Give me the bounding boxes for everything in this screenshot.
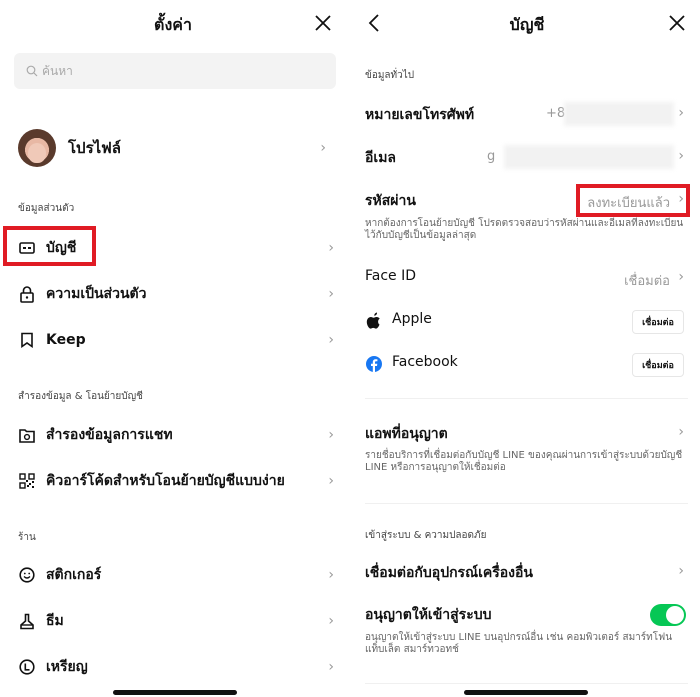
coin-icon: [18, 658, 36, 676]
bookmark-icon: [18, 331, 36, 349]
chevron-right-icon: ›: [328, 567, 334, 583]
search-icon: [26, 65, 38, 77]
divider: [365, 683, 688, 684]
menu-item-label: ความเป็นส่วนตัว: [46, 286, 147, 302]
chevron-right-icon: ›: [678, 148, 684, 164]
menu-item-stickers[interactable]: สติกเกอร์ ›: [0, 555, 346, 595]
redacted-email: [504, 145, 674, 169]
menu-item-label: สำรองข้อมูลการแชท: [46, 427, 173, 443]
phone-number-row[interactable]: หมายเลขโทรศัพท์ +8 ›: [354, 100, 700, 130]
backup-folder-icon: [18, 426, 36, 444]
menu-item-keep[interactable]: Keep ›: [0, 320, 346, 360]
search-input[interactable]: [42, 64, 302, 78]
page-title: ตั้งค่า: [154, 15, 192, 34]
divider: [365, 503, 688, 504]
chevron-right-icon: ›: [328, 286, 334, 302]
account-header: บัญชี: [354, 0, 700, 48]
chevron-right-icon: ›: [328, 240, 334, 256]
chevron-right-icon: ›: [678, 269, 684, 285]
highlight-box-password-status: [576, 184, 690, 217]
email-value: g: [487, 149, 496, 164]
facebook-row: Facebook เชื่อมต่อ: [354, 350, 700, 380]
menu-item-label: เหรียญ: [46, 659, 88, 675]
section-label-personal: ข้อมูลส่วนตัว: [18, 203, 75, 214]
phone-number-label: หมายเลขโทรศัพท์: [365, 107, 475, 123]
page-title: บัญชี: [509, 15, 545, 34]
divider: [365, 398, 688, 399]
menu-item-privacy[interactable]: ความเป็นส่วนตัว ›: [0, 274, 346, 314]
menu-item-label: Keep: [46, 332, 86, 348]
authorized-apps-description: รายชื่อบริการที่เชื่อมต่อกับบัญชี LINE ข…: [365, 450, 683, 473]
facebook-connect-button[interactable]: เชื่อมต่อ: [632, 353, 684, 377]
menu-item-label: ธีม: [46, 613, 64, 629]
section-label-general: ข้อมูลทั่วไป: [365, 70, 415, 81]
settings-panel: ตั้งค่า โปรไฟล์ › ข้อมูลส่วนตัว บัญชี › …: [0, 0, 346, 697]
theme-brush-icon: [18, 612, 36, 630]
section-label-backup: สำรองข้อมูล & โอนย้ายบัญชี: [18, 391, 143, 402]
menu-item-label: สติกเกอร์: [46, 567, 102, 583]
authorized-apps-row[interactable]: แอพที่อนุญาต ›: [354, 420, 700, 448]
redacted-phone: [564, 102, 674, 126]
chevron-right-icon: ›: [328, 613, 334, 629]
search-bar[interactable]: [14, 53, 336, 89]
face-id-row[interactable]: Face ID เชื่อมต่อ ›: [354, 264, 700, 294]
home-indicator: [113, 690, 237, 695]
apple-row: Apple เชื่อมต่อ: [354, 307, 700, 337]
apple-connect-button[interactable]: เชื่อมต่อ: [632, 310, 684, 334]
home-indicator: [464, 690, 588, 695]
account-panel: บัญชี ข้อมูลทั่วไป หมายเลขโทรศัพท์ +8 › …: [354, 0, 700, 697]
section-label-store: ร้าน: [18, 532, 36, 543]
authorized-apps-label: แอพที่อนุญาต: [365, 426, 448, 442]
profile-label: โปรไฟล์: [68, 139, 121, 157]
menu-item-themes[interactable]: ธีม ›: [0, 601, 346, 641]
menu-item-qr-transfer[interactable]: คิวอาร์โค้ดสำหรับโอนย้ายบัญชีแบบง่าย ›: [0, 461, 346, 501]
menu-item-label: คิวอาร์โค้ดสำหรับโอนย้ายบัญชีแบบง่าย: [46, 473, 285, 489]
email-row[interactable]: อีเมล g ›: [354, 143, 700, 173]
apple-icon: [366, 312, 380, 329]
avatar: [18, 129, 56, 167]
section-label-security: เข้าสู่ระบบ & ความปลอดภัย: [365, 530, 487, 541]
other-devices-label: เชื่อมต่อกับอุปกรณ์เครื่องอื่น: [365, 565, 533, 581]
profile-item[interactable]: โปรไฟล์ ›: [18, 128, 338, 168]
chevron-right-icon: ›: [328, 659, 334, 675]
close-icon[interactable]: [312, 12, 334, 34]
allow-login-row: อนุญาตให้เข้าสู่ระบบ: [354, 600, 700, 630]
menu-item-coins[interactable]: เหรียญ ›: [0, 647, 346, 687]
allow-login-description: อนุญาตให้เข้าสู่ระบบ LINE บนอุปกรณ์อื่น …: [365, 632, 673, 655]
close-icon[interactable]: [666, 12, 688, 34]
allow-login-label: อนุญาตให้เข้าสู่ระบบ: [365, 607, 492, 623]
chevron-right-icon: ›: [678, 563, 684, 579]
chevron-right-icon: ›: [320, 140, 326, 156]
facebook-label: Facebook: [392, 354, 458, 370]
smiley-icon: [18, 566, 36, 584]
face-id-label: Face ID: [365, 268, 417, 284]
apple-label: Apple: [392, 311, 432, 327]
password-label: รหัสผ่าน: [365, 193, 416, 209]
menu-item-chat-backup[interactable]: สำรองข้อมูลการแชท ›: [0, 415, 346, 455]
qr-code-icon: [18, 472, 36, 490]
other-devices-row[interactable]: เชื่อมต่อกับอุปกรณ์เครื่องอื่น ›: [354, 558, 700, 588]
facebook-icon: [366, 356, 382, 372]
face-id-value: เชื่อมต่อ: [624, 274, 670, 289]
settings-header: ตั้งค่า: [0, 0, 346, 48]
chevron-right-icon: ›: [678, 424, 684, 440]
chevron-right-icon: ›: [678, 105, 684, 121]
chevron-right-icon: ›: [328, 427, 334, 443]
lock-icon: [18, 285, 36, 303]
panel-divider: [347, 0, 353, 697]
email-label: อีเมล: [365, 150, 397, 166]
allow-login-toggle[interactable]: [650, 604, 686, 626]
chevron-right-icon: ›: [328, 332, 334, 348]
password-description: หากต้องการโอนย้ายบัญชี โปรดตรวจสอบว่ารหั…: [365, 218, 684, 241]
phone-number-value: +8: [546, 106, 566, 121]
chevron-right-icon: ›: [328, 473, 334, 489]
highlight-box-account: [3, 226, 96, 266]
